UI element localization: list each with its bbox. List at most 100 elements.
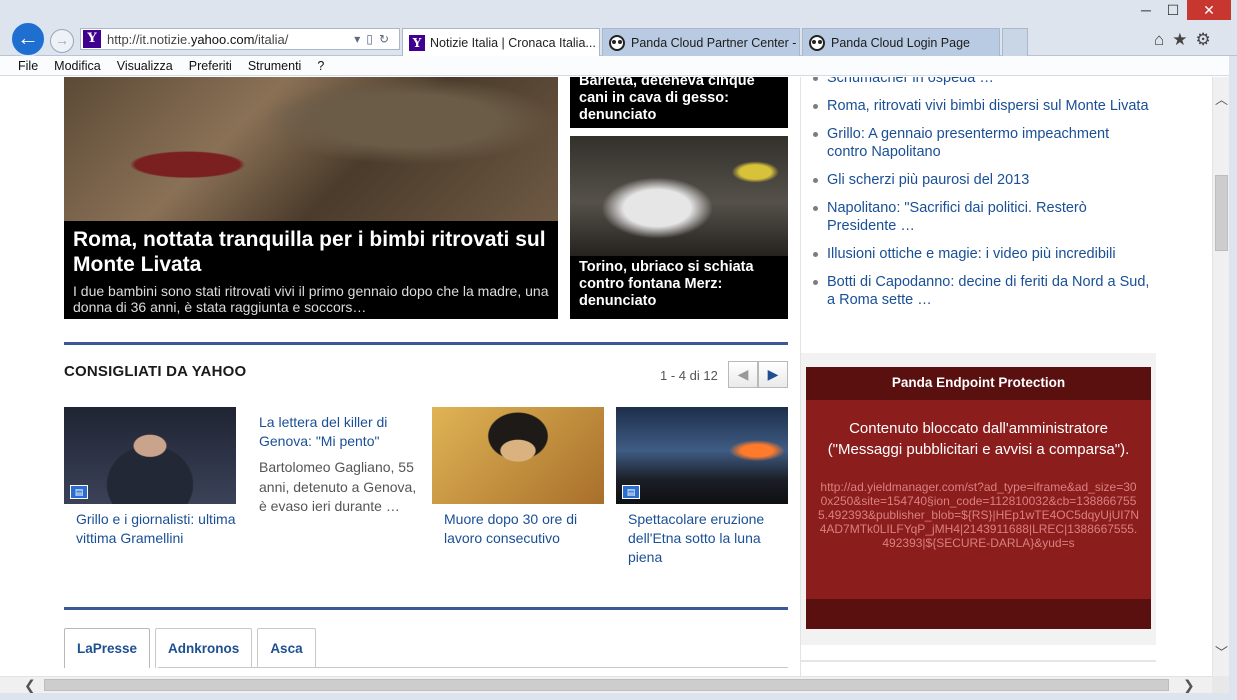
- pager-next-button[interactable]: ▶: [758, 361, 788, 388]
- window-frame-right: [1229, 56, 1237, 700]
- ad-bottom-divider: [801, 660, 1156, 662]
- chevron-right-icon[interactable]: ❯: [1183, 677, 1195, 694]
- side-story-photo-torino[interactable]: [570, 136, 788, 256]
- hero-photo[interactable]: [64, 77, 558, 223]
- tab-label: Notizie Italia | Cronaca Italia...: [430, 35, 596, 50]
- browser-tool-icons: ⌂ ★ ⚙: [1154, 30, 1211, 50]
- arrow-left-icon: ←: [17, 25, 39, 50]
- dropdown-icon[interactable]: ▾: [354, 32, 366, 46]
- chevron-down-icon[interactable]: ﹀: [1215, 642, 1228, 661]
- reco-title[interactable]: Muore dopo 30 ore di lavoro consecutivo: [432, 510, 604, 548]
- reco-title[interactable]: Grillo e i giornalisti: ultima vittima G…: [64, 510, 236, 548]
- slideshow-icon: ▤: [70, 485, 88, 499]
- reco-thumbnail[interactable]: ▤: [616, 407, 788, 504]
- tab-panda-login[interactable]: Panda Cloud Login Page: [802, 28, 1000, 56]
- back-button[interactable]: ←: [10, 21, 46, 57]
- reco-title[interactable]: La lettera del killer di Genova: "Mi pen…: [259, 413, 420, 451]
- hero-title[interactable]: Roma, nottata tranquilla per i bimbi rit…: [73, 227, 549, 277]
- forward-button[interactable]: →: [50, 29, 74, 53]
- maximize-button[interactable]: ☐: [1160, 0, 1186, 20]
- menu-bar: File Modifica Visualizza Preferiti Strum…: [0, 56, 1237, 76]
- home-icon[interactable]: ⌂: [1154, 30, 1164, 50]
- side-story-title[interactable]: Torino, ubriaco si schiata contro fontan…: [579, 259, 779, 310]
- horizontal-scroll-thumb[interactable]: [44, 679, 1169, 691]
- section-title-consigliati: CONSIGLIATI DA YAHOO: [64, 363, 247, 380]
- reco-item[interactable]: Muore dopo 30 ore di lavoro consecutivo: [432, 407, 604, 548]
- section-divider: [64, 342, 788, 345]
- panda-favicon-icon: [809, 34, 825, 51]
- minimize-button[interactable]: ─: [1133, 0, 1159, 20]
- tabs-baseline: [158, 667, 788, 668]
- menu-strumenti[interactable]: Strumenti: [240, 59, 310, 73]
- ad-block-message: Contenuto bloccato dall'amministratore (…: [806, 418, 1151, 460]
- tab-lapresse[interactable]: LaPresse: [64, 628, 151, 668]
- menu-modifica[interactable]: Modifica: [46, 59, 109, 73]
- hero-summary: I due bambini sono stati ritrovati vivi …: [73, 283, 549, 315]
- section-divider: [64, 607, 788, 610]
- side-story-barletta[interactable]: Barletta, deteneva cinque cani in cava d…: [570, 77, 788, 128]
- reco-summary: Bartolomeo Gagliano, 55 anni, detenuto a…: [259, 459, 417, 514]
- menu-file[interactable]: File: [10, 59, 46, 73]
- vertical-scrollbar[interactable]: ︿ ﹀: [1212, 77, 1229, 676]
- tab-asca[interactable]: Asca: [257, 628, 316, 668]
- list-item[interactable]: Illusioni ottiche e magie: i video più i…: [810, 245, 1150, 263]
- star-icon[interactable]: ★: [1172, 30, 1187, 50]
- trending-list: Schumacher in ospeda … Roma, ritrovati v…: [810, 77, 1150, 319]
- reco-title[interactable]: Spettacolare eruzione dell'Etna sotto la…: [616, 510, 788, 567]
- chevron-left-icon[interactable]: ❮: [24, 677, 36, 694]
- side-story-title[interactable]: Barletta, deteneva cinque cani in cava d…: [579, 77, 779, 124]
- pager-prev-button[interactable]: ◀: [728, 361, 758, 388]
- list-item[interactable]: Schumacher in ospeda …: [810, 77, 1150, 87]
- ad-block-header: Panda Endpoint Protection: [806, 367, 1151, 400]
- scrollbar-corner: [1212, 676, 1229, 693]
- blocked-ad-notice: Panda Endpoint Protection Contenuto bloc…: [806, 367, 1151, 629]
- yahoo-favicon-icon: Y: [409, 34, 425, 51]
- reco-item[interactable]: ▤ Grillo e i giornalisti: ultima vittima…: [64, 407, 236, 548]
- address-url[interactable]: http://it.notizie.yahoo.com/italia/: [107, 32, 354, 47]
- menu-preferiti[interactable]: Preferiti: [181, 59, 240, 73]
- horizontal-scrollbar[interactable]: ❮ ❯: [0, 676, 1212, 693]
- chevron-right-icon: ▶: [767, 366, 779, 382]
- refresh-icon[interactable]: ↻: [379, 32, 395, 46]
- tab-label: Panda Cloud Login Page: [831, 35, 971, 50]
- source-tabs: LaPresse Adnkronos Asca: [64, 628, 321, 668]
- tab-notizie-italia[interactable]: Y Notizie Italia | Cronaca Italia... ✕: [402, 28, 600, 56]
- ad-block-footer: [806, 599, 1151, 629]
- vertical-scroll-thumb[interactable]: [1215, 175, 1228, 251]
- reco-item[interactable]: La lettera del killer di Genova: "Mi pen…: [248, 413, 420, 517]
- reco-thumbnail[interactable]: [432, 407, 604, 504]
- new-tab-button[interactable]: [1002, 28, 1028, 56]
- yahoo-favicon-icon: Y: [83, 30, 101, 48]
- ad-block-url: http://ad.yieldmanager.com/st?ad_type=if…: [818, 480, 1139, 550]
- chevron-left-icon: ◀: [737, 366, 749, 382]
- window-frame-bottom: [0, 693, 1237, 700]
- list-item[interactable]: Roma, ritrovati vivi bimbi dispersi sul …: [810, 97, 1150, 115]
- slideshow-icon: ▤: [622, 485, 640, 499]
- page-viewport: Roma, nottata tranquilla per i bimbi rit…: [0, 77, 1212, 676]
- address-bar[interactable]: Y http://it.notizie.yahoo.com/italia/ ▾▯…: [80, 28, 400, 50]
- menu-help[interactable]: ?: [309, 59, 332, 73]
- hero-story[interactable]: Roma, nottata tranquilla per i bimbi rit…: [64, 77, 558, 319]
- reco-item[interactable]: ▤ Spettacolare eruzione dell'Etna sotto …: [616, 407, 788, 567]
- chevron-up-icon[interactable]: ︿: [1215, 89, 1228, 108]
- ad-block-message-line: ("Messaggi pubblicitari e avvisi a compa…: [827, 441, 1130, 458]
- list-item[interactable]: Napolitano: "Sacrifici dai politici. Res…: [810, 199, 1150, 235]
- close-window-button[interactable]: ✕: [1187, 0, 1231, 20]
- hero-caption[interactable]: Roma, nottata tranquilla per i bimbi rit…: [64, 221, 558, 319]
- reco-thumbnail[interactable]: ▤: [64, 407, 236, 504]
- compat-view-icon[interactable]: ▯: [366, 32, 379, 46]
- list-item[interactable]: Grillo: A gennaio presentermo impeachmen…: [810, 125, 1150, 161]
- side-story-torino[interactable]: Torino, ubriaco si schiata contro fontan…: [570, 256, 788, 319]
- gear-icon[interactable]: ⚙: [1196, 30, 1211, 50]
- tab-adnkronos[interactable]: Adnkronos: [155, 628, 253, 668]
- pager-status: 1 - 4 di 12: [660, 368, 718, 383]
- arrow-right-icon: →: [55, 32, 69, 48]
- close-tab-icon[interactable]: ✕: [596, 36, 599, 50]
- tab-panda-partner-center[interactable]: Panda Cloud Partner Center - I...: [602, 28, 800, 56]
- list-item[interactable]: Botti di Capodanno: decine di feriti da …: [810, 273, 1150, 309]
- list-item[interactable]: Gli scherzi più paurosi del 2013: [810, 171, 1150, 189]
- address-actions: ▾▯↻: [354, 32, 395, 46]
- panda-favicon-icon: [609, 34, 625, 51]
- menu-visualizza[interactable]: Visualizza: [109, 59, 181, 73]
- ad-block-message-line: Contenuto bloccato dall'amministratore: [849, 420, 1108, 437]
